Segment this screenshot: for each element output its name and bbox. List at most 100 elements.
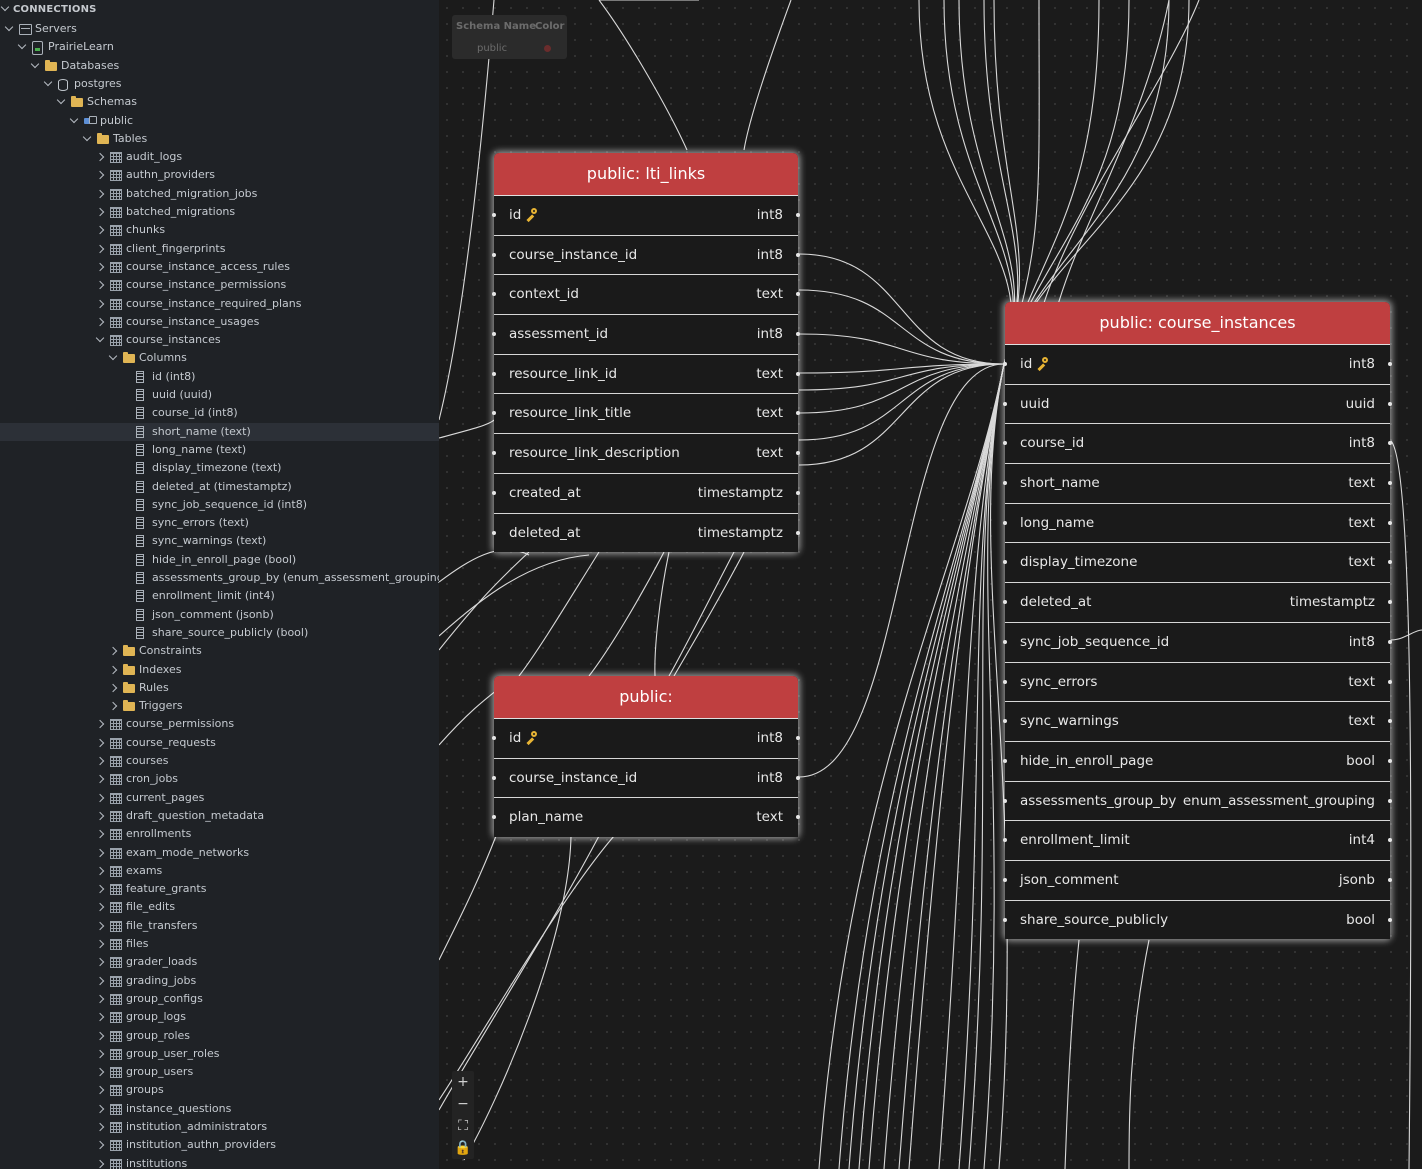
- chevron-right-icon[interactable]: [97, 721, 104, 728]
- chevron-right-icon[interactable]: [97, 246, 104, 253]
- connector-handle[interactable]: [796, 490, 800, 495]
- connector-handle[interactable]: [1388, 401, 1392, 406]
- tree-node[interactable]: Databases: [0, 57, 439, 75]
- table-node[interactable]: feature_grants: [0, 880, 439, 898]
- table-node[interactable]: course_requests: [0, 734, 439, 752]
- zoom-out-button[interactable]: −: [452, 1093, 474, 1115]
- connector-handle[interactable]: [1003, 798, 1007, 803]
- erd-column-row[interactable]: created_at timestamptz: [492, 472, 800, 513]
- fit-view-button[interactable]: ⛶: [452, 1115, 474, 1137]
- table-node[interactable]: file_transfers: [0, 917, 439, 935]
- erd-column-row[interactable]: hide_in_enroll_page bool: [1003, 740, 1392, 781]
- chevron-right-icon[interactable]: [97, 740, 104, 747]
- column-node[interactable]: sync_warnings (text): [0, 532, 439, 550]
- connector-handle[interactable]: [492, 252, 496, 257]
- erd-column-row[interactable]: enrollment_limit int4: [1003, 820, 1392, 860]
- table-node[interactable]: grading_jobs: [0, 972, 439, 990]
- tree-node[interactable]: Columns: [0, 349, 439, 367]
- tree-node[interactable]: Schemas: [0, 93, 439, 111]
- chevron-down-icon[interactable]: [97, 335, 104, 342]
- connector-handle[interactable]: [492, 490, 496, 495]
- erd-column-row[interactable]: resource_link_id text: [492, 353, 800, 394]
- table-node[interactable]: group_users: [0, 1063, 439, 1081]
- table-node[interactable]: institutions: [0, 1155, 439, 1169]
- erd-column-row[interactable]: short_name text: [1003, 463, 1392, 503]
- column-node[interactable]: short_name (text): [0, 422, 439, 441]
- chevron-right-icon[interactable]: [97, 795, 104, 802]
- tree-node[interactable]: public: [0, 112, 439, 130]
- chevron-right-icon[interactable]: [97, 154, 104, 161]
- table-node[interactable]: batched_migrations: [0, 203, 439, 221]
- table-node[interactable]: audit_logs: [0, 148, 439, 166]
- column-node[interactable]: hide_in_enroll_page (bool): [0, 551, 439, 569]
- chevron-right-icon[interactable]: [97, 850, 104, 857]
- connector-handle[interactable]: [492, 292, 496, 297]
- erd-table-course-instance-required-plans[interactable]: public: course_instance_required_plans i…: [492, 676, 800, 838]
- chevron-right-icon[interactable]: [97, 758, 104, 765]
- chevron-down-icon[interactable]: [58, 97, 65, 104]
- tree-node[interactable]: Triggers: [0, 697, 439, 715]
- connector-handle[interactable]: [492, 332, 496, 337]
- table-node[interactable]: course_instance_required_plans: [0, 295, 439, 313]
- table-node[interactable]: chunks: [0, 221, 439, 239]
- erd-column-row[interactable]: id int8: [492, 719, 800, 758]
- table-node[interactable]: exams: [0, 862, 439, 880]
- chevron-right-icon[interactable]: [97, 996, 104, 1003]
- connector-handle[interactable]: [1003, 679, 1007, 684]
- chevron-right-icon[interactable]: [97, 1014, 104, 1021]
- connector-handle[interactable]: [1388, 639, 1392, 644]
- erd-column-row[interactable]: display_timezone text: [1003, 542, 1392, 583]
- connector-handle[interactable]: [1388, 679, 1392, 684]
- connector-handle[interactable]: [492, 530, 496, 535]
- chevron-right-icon[interactable]: [97, 264, 104, 271]
- chevron-right-icon[interactable]: [97, 831, 104, 838]
- column-node[interactable]: share_source_publicly (bool): [0, 624, 439, 642]
- erd-column-row[interactable]: context_id text: [492, 274, 800, 315]
- connector-handle[interactable]: [1003, 719, 1007, 724]
- table-node[interactable]: exam_mode_networks: [0, 844, 439, 862]
- chevron-right-icon[interactable]: [97, 1161, 104, 1168]
- connector-handle[interactable]: [1388, 798, 1392, 803]
- lock-button[interactable]: 🔒: [452, 1137, 474, 1159]
- connector-handle[interactable]: [1003, 917, 1007, 922]
- table-node[interactable]: group_logs: [0, 1008, 439, 1026]
- tree-node[interactable]: Servers: [0, 20, 439, 38]
- connector-handle[interactable]: [1003, 362, 1007, 366]
- connector-handle[interactable]: [1003, 758, 1007, 763]
- chevron-down-icon[interactable]: [19, 42, 26, 49]
- column-node[interactable]: sync_errors (text): [0, 514, 439, 532]
- connector-handle[interactable]: [1388, 758, 1392, 763]
- chevron-right-icon[interactable]: [97, 923, 104, 930]
- connector-handle[interactable]: [492, 775, 496, 780]
- connections-header[interactable]: CONNECTIONS: [0, 0, 439, 20]
- chevron-right-icon[interactable]: [110, 667, 117, 674]
- chevron-right-icon[interactable]: [97, 209, 104, 216]
- table-node[interactable]: course_instance_permissions: [0, 276, 439, 294]
- column-node[interactable]: long_name (text): [0, 441, 439, 459]
- connector-handle[interactable]: [796, 775, 800, 780]
- erd-column-row[interactable]: course_id int8: [1003, 423, 1392, 464]
- connector-handle[interactable]: [492, 451, 496, 456]
- chevron-down-icon[interactable]: [6, 24, 13, 31]
- table-node[interactable]: courses: [0, 752, 439, 770]
- connector-handle[interactable]: [1388, 917, 1392, 922]
- table-node[interactable]: course_permissions: [0, 715, 439, 733]
- tree-node[interactable]: Constraints: [0, 642, 439, 660]
- column-node[interactable]: course_id (int8): [0, 404, 439, 422]
- connector-handle[interactable]: [796, 252, 800, 257]
- table-node[interactable]: course_instance_access_rules: [0, 258, 439, 276]
- column-node[interactable]: display_timezone (text): [0, 459, 439, 477]
- tree-node[interactable]: Rules: [0, 679, 439, 697]
- table-node[interactable]: enrollments: [0, 825, 439, 843]
- table-node[interactable]: file_edits: [0, 898, 439, 916]
- table-node[interactable]: batched_migration_jobs: [0, 185, 439, 203]
- erd-column-row[interactable]: id int8: [492, 196, 800, 235]
- erd-column-row[interactable]: course_instance_id int8: [492, 757, 800, 798]
- table-node[interactable]: authn_providers: [0, 166, 439, 184]
- chevron-right-icon[interactable]: [97, 1051, 104, 1058]
- column-node[interactable]: sync_job_sequence_id (int8): [0, 496, 439, 514]
- connector-handle[interactable]: [1388, 877, 1392, 882]
- chevron-right-icon[interactable]: [97, 941, 104, 948]
- column-node[interactable]: assessments_group_by (enum_assessment_gr…: [0, 569, 439, 587]
- connector-handle[interactable]: [492, 736, 496, 740]
